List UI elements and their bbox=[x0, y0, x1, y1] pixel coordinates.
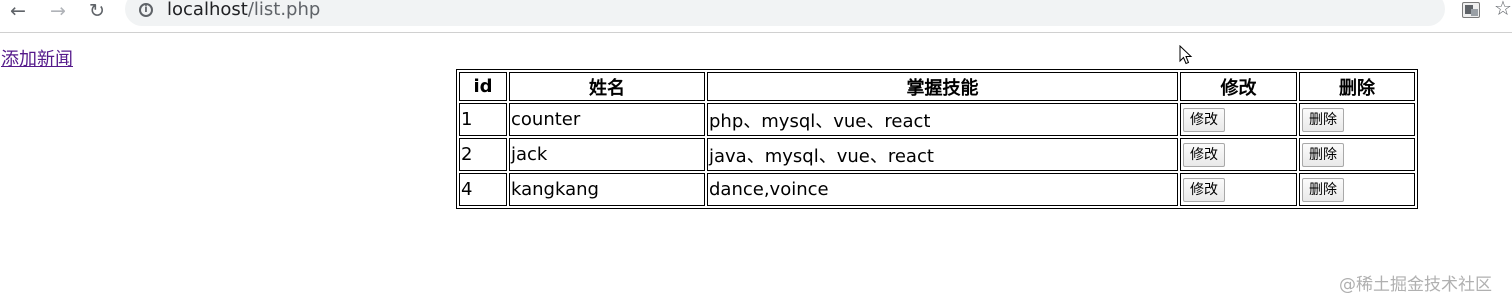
url-host: localhost bbox=[167, 0, 248, 20]
cell-delete: 删除 bbox=[1299, 138, 1415, 171]
delete-button[interactable]: 删除 bbox=[1302, 142, 1344, 167]
delete-button[interactable]: 删除 bbox=[1302, 177, 1344, 202]
cell-edit: 修改 bbox=[1180, 138, 1297, 171]
cell-delete: 删除 bbox=[1299, 173, 1415, 206]
translate-icon[interactable] bbox=[1462, 2, 1480, 18]
cell-edit: 修改 bbox=[1180, 173, 1297, 206]
news-table: id 姓名 掌握技能 修改 删除 1 counter php、mysql、vue… bbox=[456, 69, 1418, 209]
cell-id: 4 bbox=[459, 173, 507, 206]
cell-name: kangkang bbox=[509, 173, 705, 206]
header-name: 姓名 bbox=[509, 72, 705, 101]
table-row: 4 kangkang dance,voince 修改 删除 bbox=[459, 173, 1415, 206]
cell-edit: 修改 bbox=[1180, 103, 1297, 136]
cell-id: 2 bbox=[459, 138, 507, 171]
header-delete: 删除 bbox=[1299, 72, 1415, 101]
cell-name: jack bbox=[509, 138, 705, 171]
header-edit: 修改 bbox=[1180, 72, 1297, 101]
table-row: 2 jack java、mysql、vue、react 修改 删除 bbox=[459, 138, 1415, 171]
watermark: @稀土掘金技术社区 bbox=[1339, 275, 1492, 295]
back-arrow-icon[interactable]: ← bbox=[6, 0, 30, 22]
mouse-cursor-icon bbox=[1179, 45, 1193, 65]
delete-button[interactable]: 删除 bbox=[1302, 107, 1344, 132]
forward-arrow-icon[interactable]: → bbox=[46, 0, 70, 22]
url-text[interactable]: localhost/list.php bbox=[167, 0, 320, 20]
cell-name: counter bbox=[509, 103, 705, 136]
add-news-link[interactable]: 添加新闻 bbox=[1, 45, 73, 71]
bookmark-star-icon[interactable]: ☆ bbox=[1494, 0, 1512, 18]
cell-skills: java、mysql、vue、react bbox=[707, 138, 1178, 171]
cell-skills: php、mysql、vue、react bbox=[707, 103, 1178, 136]
info-icon[interactable]: i bbox=[139, 3, 153, 17]
address-bar[interactable]: i localhost/list.php bbox=[125, 0, 1445, 26]
edit-button[interactable]: 修改 bbox=[1183, 177, 1225, 202]
url-path: /list.php bbox=[247, 0, 321, 20]
edit-button[interactable]: 修改 bbox=[1183, 142, 1225, 167]
cell-id: 1 bbox=[459, 103, 507, 136]
cell-delete: 删除 bbox=[1299, 103, 1415, 136]
table-row: 1 counter php、mysql、vue、react 修改 删除 bbox=[459, 103, 1415, 136]
header-skills: 掌握技能 bbox=[707, 72, 1178, 101]
header-id: id bbox=[459, 72, 507, 101]
table-header-row: id 姓名 掌握技能 修改 删除 bbox=[459, 72, 1415, 101]
edit-button[interactable]: 修改 bbox=[1183, 107, 1225, 132]
browser-toolbar: ← → ↻ i localhost/list.php ☆ bbox=[0, 0, 1512, 33]
cell-skills: dance,voince bbox=[707, 173, 1178, 206]
reload-icon[interactable]: ↻ bbox=[85, 0, 109, 22]
